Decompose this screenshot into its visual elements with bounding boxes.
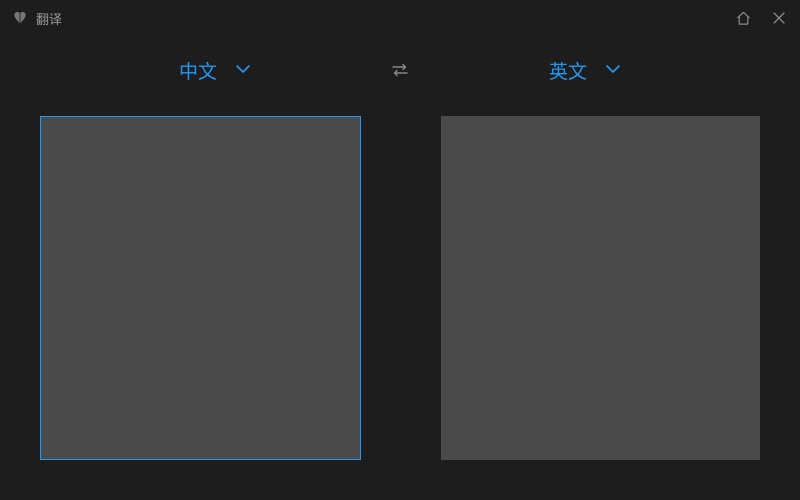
app-title: 翻译: [36, 9, 62, 28]
target-language-selector[interactable]: 英文: [535, 57, 635, 84]
app-icon: [12, 10, 28, 26]
target-language-label: 英文: [549, 57, 587, 84]
titlebar-left: 翻译: [12, 9, 734, 28]
close-icon: [772, 11, 786, 25]
source-language-label: 中文: [179, 57, 217, 84]
home-icon: [735, 10, 752, 27]
translation-panels: [0, 98, 800, 500]
swap-languages-button[interactable]: [390, 63, 410, 77]
target-lang-side: 英文: [410, 57, 760, 84]
source-language-selector[interactable]: 中文: [165, 57, 265, 84]
titlebar: 翻译: [0, 0, 800, 36]
source-lang-side: 中文: [40, 57, 390, 84]
home-button[interactable]: [734, 9, 752, 27]
language-bar: 中文 英文: [0, 42, 800, 98]
swap-icon: [390, 63, 410, 77]
chevron-down-icon: [235, 61, 251, 79]
close-button[interactable]: [770, 9, 788, 27]
titlebar-controls: [734, 9, 788, 27]
chevron-down-icon: [605, 61, 621, 79]
source-text-panel[interactable]: [40, 116, 361, 460]
target-text-panel: [441, 116, 760, 460]
